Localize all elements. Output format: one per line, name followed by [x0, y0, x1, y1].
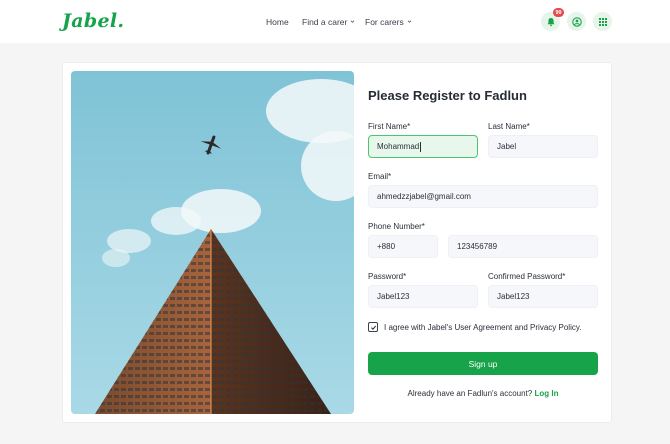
nav-find-a-carer-label: Find a carer — [302, 16, 348, 27]
phone-number-value: 123456789 — [457, 242, 498, 251]
email-label: Email* — [368, 172, 392, 181]
last-name-value: Jabel — [497, 142, 517, 151]
top-nav-bar: Jabel. Home Find a carer For carers 99 — [0, 0, 670, 43]
agreement-checkbox[interactable] — [368, 322, 378, 332]
profile-button[interactable] — [567, 12, 586, 31]
checkmark-icon — [370, 325, 376, 330]
user-circle-icon — [571, 16, 582, 27]
password-input[interactable]: Jabel123 — [368, 285, 478, 308]
sign-up-label: Sign up — [468, 358, 498, 369]
confirm-password-value: Jabel123 — [497, 292, 530, 301]
chevron-down-icon — [351, 20, 355, 23]
first-name-label: First Name* — [368, 122, 411, 131]
bell-icon — [547, 17, 554, 26]
logo[interactable]: Jabel. — [62, 10, 124, 32]
text-cursor — [420, 141, 422, 152]
log-in-link[interactable]: Log In — [534, 389, 558, 398]
nav-for-carers-label: For carers — [365, 16, 404, 27]
nav-home-label: Home — [266, 16, 289, 27]
password-label: Password* — [368, 272, 407, 281]
phone-country-code-input[interactable]: +880 — [368, 235, 438, 258]
first-name-value: Mohammad — [377, 142, 420, 151]
phone-label: Phone Number* — [368, 222, 425, 231]
sign-up-button[interactable]: Sign up — [368, 352, 598, 375]
confirm-password-label: Confirmed Password* — [488, 272, 566, 281]
notification-count-badge: 99 — [553, 8, 564, 17]
login-prompt-text: Already have an Fadlun's account? — [407, 389, 533, 398]
skyscraper-photo — [71, 71, 354, 414]
form-title: Please Register to Fadlun — [368, 88, 527, 103]
nav-home[interactable]: Home — [266, 0, 289, 43]
confirm-password-input[interactable]: Jabel123 — [488, 285, 598, 308]
first-name-input[interactable]: Mohammad — [368, 135, 478, 158]
password-value: Jabel123 — [377, 292, 410, 301]
apps-menu-button[interactable] — [593, 12, 612, 31]
agreement-text: I agree with Jabel's User Agreement and … — [384, 322, 582, 332]
last-name-label: Last Name* — [488, 122, 530, 131]
last-name-input[interactable]: Jabel — [488, 135, 598, 158]
nav-find-a-carer[interactable]: Find a carer — [302, 0, 355, 43]
email-value: ahmedzzjabel@gmail.com — [377, 192, 471, 201]
nav-for-carers[interactable]: For carers — [365, 0, 412, 43]
phone-number-input[interactable]: 123456789 — [448, 235, 598, 258]
login-prompt: Already have an Fadlun's account? Log In — [368, 389, 598, 398]
phone-country-code-value: +880 — [377, 242, 396, 251]
chevron-down-icon — [407, 20, 411, 23]
email-input[interactable]: ahmedzzjabel@gmail.com — [368, 185, 598, 208]
grid-icon — [598, 17, 607, 26]
agreement-row: I agree with Jabel's User Agreement and … — [368, 322, 581, 332]
